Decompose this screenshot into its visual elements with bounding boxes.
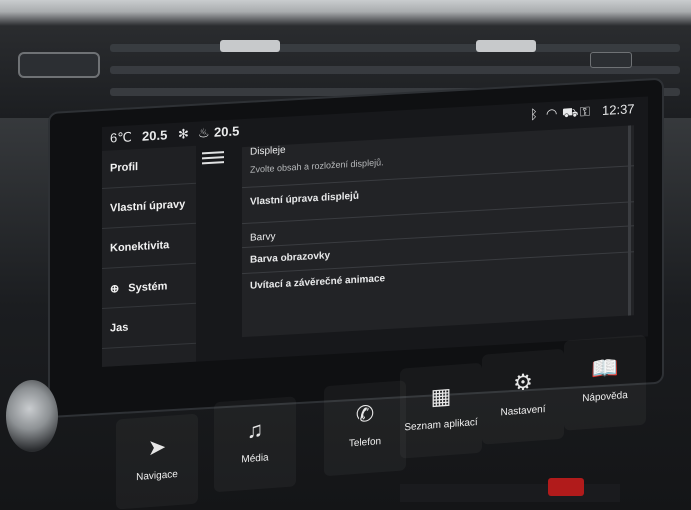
- sidebar-item-label: Vlastní úpravy: [110, 198, 186, 215]
- navigation-arrow-icon: ➤: [147, 433, 167, 461]
- outside-temperature: 6℃: [110, 129, 132, 146]
- seat-heat-icon[interactable]: ♨: [198, 125, 210, 142]
- app-tile-label: Nápověda: [582, 389, 628, 405]
- sidebar-item-vlastni-upravy[interactable]: Vlastní úpravy: [102, 185, 196, 229]
- panel-title: Displeje: [250, 144, 286, 158]
- phone-icon: ✆: [355, 400, 375, 427]
- hazard-button[interactable]: [548, 478, 584, 496]
- car-icon: ⛟: [562, 104, 579, 121]
- sidebar-item-system[interactable]: ⊕ Systém: [102, 265, 196, 309]
- control-knob[interactable]: [6, 380, 58, 452]
- display-settings-panel: Displeje Zvolte obsah a rozložení disple…: [242, 125, 634, 338]
- bluetooth-icon: ᛒ: [530, 106, 538, 123]
- app-tile-label: Média: [241, 452, 269, 466]
- clock: 12:37: [602, 101, 635, 119]
- panel-description: Zvolte obsah a rozložení displejů.: [250, 157, 384, 175]
- air-vent-slat: [110, 44, 680, 52]
- sidebar-item-label: Systém: [128, 280, 168, 295]
- sidebar-item-label: Jas: [110, 321, 129, 335]
- app-tile-navigace[interactable]: ➤ Navigace: [116, 413, 198, 510]
- scrollbar[interactable]: [628, 125, 631, 316]
- custom-display-option[interactable]: Vlastní úprava displejů: [250, 191, 359, 208]
- side-vent-left: [18, 52, 100, 78]
- globe-icon: ⊕: [110, 283, 120, 296]
- sidebar-item-konektivita[interactable]: Konektivita: [102, 225, 196, 269]
- vent-adjuster: [220, 40, 280, 52]
- app-tile-label: Seznam aplikací: [404, 416, 478, 434]
- app-tile-label: Navigace: [136, 469, 178, 484]
- key-icon: ⚿: [580, 103, 590, 120]
- wifi-icon: ◠: [546, 105, 558, 122]
- app-tile-label: Telefon: [348, 436, 382, 450]
- hamburger-menu-icon[interactable]: [202, 148, 224, 167]
- music-note-icon: ♫: [246, 416, 264, 443]
- app-tile-seznam-aplikaci[interactable]: ▦ Seznam aplikací: [400, 362, 482, 459]
- app-tile-label: Nastavení: [500, 404, 546, 419]
- apps-grid-icon: ▦: [430, 382, 452, 410]
- passenger-temperature[interactable]: 20.5: [214, 123, 239, 139]
- gear-icon: ⚙: [513, 368, 533, 396]
- book-icon: 📖: [591, 354, 619, 382]
- section-header-colors: Barvy: [250, 231, 276, 244]
- app-tile-napoveda[interactable]: 📖 Nápověda: [564, 334, 646, 431]
- climate-buttons-strip[interactable]: [400, 484, 620, 502]
- side-vent-right: [590, 52, 632, 68]
- screen-color-option[interactable]: Barva obrazovky: [250, 250, 330, 265]
- sidebar-item-label: Profil: [110, 160, 139, 175]
- vent-adjuster: [476, 40, 536, 52]
- settings-sidebar: Profil Vlastní úpravy Konektivita ⊕ Syst…: [102, 145, 196, 367]
- fan-icon[interactable]: ✻: [178, 126, 189, 143]
- app-tile-media[interactable]: ♫ Média: [214, 396, 296, 493]
- sidebar-item-profil[interactable]: Profil: [102, 145, 196, 189]
- app-tile-telefon[interactable]: ✆ Telefon: [324, 380, 406, 477]
- driver-temperature[interactable]: 20.5: [142, 127, 167, 143]
- sidebar-item-label: Konektivita: [110, 239, 170, 255]
- divider: [242, 225, 634, 249]
- welcome-animation-option[interactable]: Uvítací a závěrečné animace: [250, 273, 385, 292]
- sidebar-item-jas[interactable]: Jas: [102, 305, 196, 349]
- app-tile-nastaveni[interactable]: ⚙ Nastavení: [482, 348, 564, 445]
